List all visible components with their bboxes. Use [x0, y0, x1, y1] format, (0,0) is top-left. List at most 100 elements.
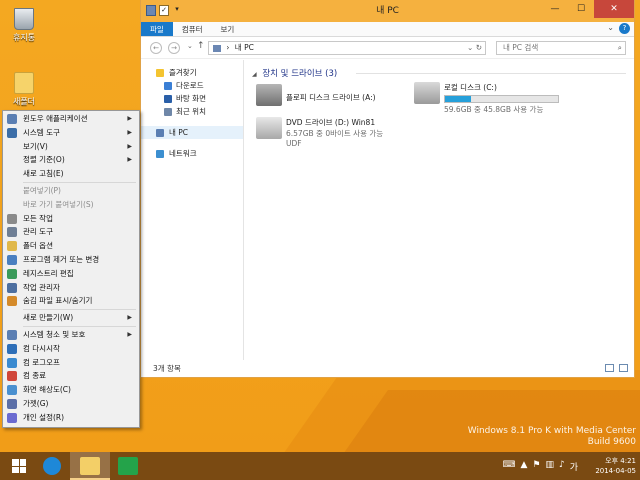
menu-item-label: 새로 만들기(W)	[23, 313, 74, 323]
context-menu-item[interactable]: 작업 관리자	[3, 281, 139, 295]
clock-time: 오후 4:21	[605, 457, 636, 465]
nav-network[interactable]: 네트워크	[141, 147, 243, 160]
network-icon[interactable]: ▥	[545, 460, 554, 473]
menu-item-icon	[7, 296, 17, 307]
new-folder-desktop-icon[interactable]: 새폴더	[4, 72, 44, 107]
menu-item-icon	[7, 213, 17, 224]
menu-item-label: 붙여넣기(P)	[23, 185, 61, 195]
context-menu-item[interactable]: 컴 로그오프	[3, 356, 139, 370]
search-input[interactable]: 내 PC 검색 ⌕	[496, 41, 626, 55]
taskbar-store[interactable]	[108, 452, 148, 480]
taskbar-file-explorer[interactable]	[70, 452, 110, 480]
context-menu-item[interactable]: 화면 해상도(C)	[3, 383, 139, 397]
maximize-button[interactable]: ☐	[568, 0, 594, 18]
back-button[interactable]: ←	[150, 42, 162, 54]
menu-item-label: 개인 설정(R)	[23, 412, 65, 422]
minimize-button[interactable]: —	[542, 0, 568, 18]
volume-icon[interactable]: ♪	[559, 460, 565, 473]
tab-view[interactable]: 보기	[212, 22, 244, 36]
tab-computer[interactable]: 컴퓨터	[173, 22, 212, 36]
context-menu-item[interactable]: 관리 도구	[3, 225, 139, 239]
menu-item-icon	[7, 371, 17, 382]
large-icons-view-icon[interactable]	[619, 364, 628, 372]
context-menu-item[interactable]: 시스템 도구 ▶	[3, 126, 139, 140]
disk-usage-fill	[445, 96, 471, 102]
details-view-icon[interactable]	[605, 364, 614, 372]
context-menu-item[interactable]: 새로 고침(E)	[3, 167, 139, 181]
nav-desktop[interactable]: 바탕 화면	[141, 92, 243, 105]
group-header[interactable]: ◢ 장치 및 드라이브 (3)	[252, 67, 337, 79]
store-icon	[118, 457, 138, 475]
drive-item-dvd[interactable]: DVD 드라이브 (D:) Win81 6.57GB 중 0바이트 사용 가능 …	[256, 117, 406, 151]
nav-downloads[interactable]: 다운로드	[141, 79, 243, 92]
refresh-icon[interactable]: ⌄ ↻	[467, 42, 482, 54]
item-count: 3개 항목	[153, 364, 181, 373]
context-menu-item[interactable]: 개인 설정(R)	[3, 411, 139, 425]
recycle-bin-desktop-icon[interactable]: 휴지통	[4, 8, 44, 43]
submenu-arrow-icon: ▶	[127, 314, 132, 322]
up-button[interactable]: ↑	[197, 41, 205, 51]
tab-file[interactable]: 파일	[141, 22, 173, 36]
close-button[interactable]: ✕	[594, 0, 634, 18]
nav-favorites[interactable]: 즐겨찾기	[141, 66, 243, 79]
flag-icon[interactable]: ⚑	[532, 460, 540, 473]
context-menu-item[interactable]: 폴더 옵션	[3, 239, 139, 253]
menu-item-label: 시스템 청소 및 보호	[23, 329, 86, 339]
explorer-window[interactable]: ✓ ▾ 내 PC — ☐ ✕ 파일 컴퓨터 보기 ⌄ ? ← → ⌄ ↑ › 내…	[140, 0, 635, 378]
context-menu-item[interactable]: 컴 다시시작	[3, 342, 139, 356]
submenu-arrow-icon: ▶	[127, 142, 132, 150]
forward-button[interactable]: →	[168, 42, 180, 54]
menu-item-label: 새로 고침(E)	[23, 169, 64, 179]
chevron-up-icon[interactable]: ▲	[520, 460, 527, 473]
recent-locations-icon[interactable]: ⌄	[187, 42, 193, 50]
submenu-arrow-icon: ▶	[127, 128, 132, 136]
pc-icon	[213, 44, 221, 52]
keyboard-icon[interactable]: ⌨	[502, 460, 515, 473]
recycle-bin-icon	[14, 8, 34, 30]
menu-item-icon	[7, 343, 17, 354]
context-menu-item[interactable]: 가젯(G)	[3, 397, 139, 411]
nav-recent[interactable]: 최근 위치	[141, 105, 243, 118]
context-menu-item[interactable]: 프로그램 제거 또는 변경	[3, 253, 139, 267]
address-row: ← → ⌄ ↑ › 내 PC ⌄ ↻ 내 PC 검색 ⌕	[141, 37, 634, 59]
group-title: 장치 및 드라이브 (3)	[262, 69, 338, 79]
menu-item-icon	[7, 127, 17, 138]
context-menu-item[interactable]: 윈도우 애플리케이션 ▶	[3, 112, 139, 126]
internet-explorer-icon	[43, 457, 61, 475]
menu-separator	[23, 325, 136, 327]
menu-item-label: 폴더 옵션	[23, 241, 53, 251]
context-menu-item[interactable]: 시스템 청소 및 보호 ▶	[3, 328, 139, 342]
drive-item-floppy[interactable]: 플로피 디스크 드라이브 (A:)	[256, 84, 406, 110]
clock[interactable]: 오후 4:21 2014-04-05	[580, 456, 636, 476]
context-menu-item[interactable]: 레지스트리 편집	[3, 267, 139, 281]
expand-ribbon-icon[interactable]: ⌄	[607, 23, 614, 34]
nav-label: 다운로드	[176, 81, 204, 90]
context-menu-item[interactable]: 정렬 기준(O) ▶	[3, 153, 139, 167]
ime-icon[interactable]: 가	[570, 460, 578, 473]
folder-icon	[14, 72, 34, 94]
help-icon[interactable]: ?	[619, 23, 630, 34]
menu-item-label: 시스템 도구	[23, 127, 60, 137]
drive-name: 플로피 디스크 드라이브 (A:)	[286, 93, 376, 102]
context-menu-item[interactable]: 모든 작업	[3, 212, 139, 226]
dvd-drive-icon	[256, 117, 282, 139]
nav-this-pc[interactable]: 내 PC	[141, 126, 243, 139]
desktop-icon-label: 새폴더	[12, 97, 36, 106]
context-menu-item[interactable]: 숨김 파일 표시/숨기기	[3, 294, 139, 308]
taskbar-internet-explorer[interactable]	[32, 452, 72, 480]
menu-item-icon	[7, 385, 17, 396]
context-menu-item[interactable]: 보기(V) ▶	[3, 140, 139, 154]
menu-item-label: 바로 가기 붙여넣기(S)	[23, 199, 94, 209]
search-placeholder: 내 PC 검색	[503, 43, 539, 52]
address-bar[interactable]: › 내 PC ⌄ ↻	[208, 41, 486, 55]
context-menu-item[interactable]: 컴 종료	[3, 369, 139, 383]
menu-separator	[23, 309, 136, 311]
desktop[interactable]: 휴지통 새폴더 ✓ ▾ 내 PC — ☐ ✕ 파일 컴퓨터 보기 ⌄ ? ← →…	[0, 0, 640, 452]
menu-item-label: 숨김 파일 표시/숨기기	[23, 296, 93, 306]
title-bar[interactable]: ✓ ▾ 내 PC — ☐ ✕	[141, 0, 634, 22]
menu-item-icon	[7, 268, 17, 279]
context-menu-item[interactable]: 새로 만들기(W) ▶	[3, 311, 139, 325]
drive-name: DVD 드라이브 (D:) Win81	[286, 118, 376, 127]
drive-item-c[interactable]: 로컬 디스크 (C:) 59.6GB 중 45.8GB 사용 가능	[414, 82, 594, 114]
group-divider	[356, 73, 626, 74]
